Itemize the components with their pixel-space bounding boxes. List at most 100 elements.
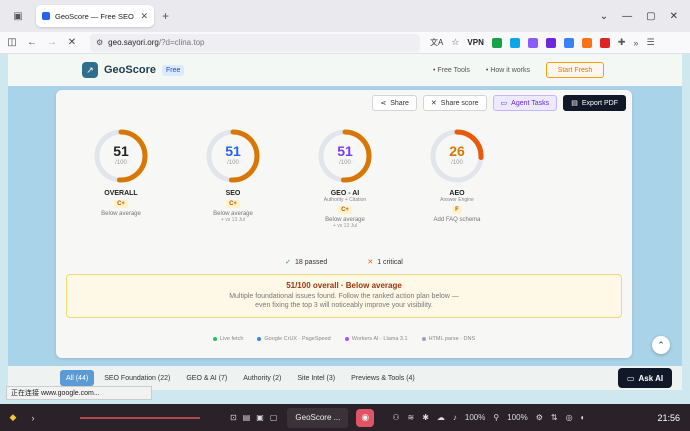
speaker-icon[interactable]: ♪ (453, 413, 457, 422)
extension-violet-icon[interactable] (545, 37, 556, 48)
close-window-icon[interactable]: ✕ (670, 11, 678, 22)
agent-tasks-button[interactable]: ▭ Agent Tasks (492, 95, 558, 111)
extension-shield-icon[interactable] (563, 37, 574, 48)
overflow-menu-icon[interactable]: » (633, 38, 638, 48)
night-mode-icon[interactable]: ◐ (581, 413, 586, 422)
gauge-name: AEO (449, 190, 465, 197)
extension-fox-icon[interactable] (581, 37, 592, 48)
grade-row: C+ (198, 197, 268, 208)
gauge-max: /100 (115, 160, 127, 166)
files-icon[interactable]: ▤ (243, 413, 251, 422)
site-header: ↗ GeoScore Free • Free Tools • How it wo… (8, 54, 682, 86)
agent-icon: ▭ (500, 100, 508, 107)
grade-row: C+ (86, 197, 156, 208)
filter-tab[interactable]: Authority (2) (237, 370, 287, 386)
maximize-icon[interactable]: ▢ (646, 11, 655, 22)
extension-purple-icon[interactable] (527, 37, 538, 48)
terminal-icon[interactable]: ▣ (256, 413, 264, 422)
eye-icon[interactable]: ◎ (566, 413, 573, 422)
browser-nav-bar: ◫ ← → ✕ ⚙ geo.sayori.org /?d=clina.top 文… (0, 32, 690, 54)
screenshot-icon[interactable]: ⊡ (230, 413, 237, 422)
ask-ai-button[interactable]: ▭ Ask AI (618, 368, 672, 388)
minimize-icon[interactable]: — (622, 11, 632, 22)
taskbar-app-geoscore[interactable]: GeoScore ... (287, 407, 349, 428)
taskbar-divider (80, 416, 200, 419)
site-info-icon[interactable]: ⚙ (96, 38, 103, 47)
filter-tab[interactable]: SEO Foundation (22) (98, 370, 176, 386)
filter-tab[interactable]: Previews & Tools (4) (345, 370, 421, 386)
extension-red-icon[interactable] (599, 37, 610, 48)
firefox-icon[interactable]: ◉ (356, 408, 375, 427)
hamburger-menu-icon[interactable]: ☰ (646, 37, 654, 48)
status-dot-icon (257, 336, 262, 341)
gauge-note: Below average (101, 211, 141, 217)
check-stats: ✓ 18 passed ✕ 1 critical (56, 258, 632, 266)
forward-arrow-icon[interactable]: → (44, 35, 60, 51)
start-fresh-button[interactable]: Start Fresh (546, 62, 604, 78)
score-card: ⋖ Share ✕ Share score ▭ Agent Tasks ▤ Ex… (56, 90, 632, 358)
gauge-delta: + vs 13 Jul (332, 223, 358, 229)
tab-close-icon[interactable]: ✕ (140, 11, 148, 22)
arrow-right-icon[interactable]: › (26, 411, 40, 425)
vpn-extension[interactable]: VPN (467, 38, 483, 47)
filter-tab[interactable]: Site Intel (3) (291, 370, 341, 386)
free-badge: Free (161, 64, 185, 76)
ask-ai-label: Ask AI (638, 373, 664, 383)
back-arrow-icon[interactable]: ← (24, 35, 40, 51)
url-bar[interactable]: ⚙ geo.sayori.org /?d=clina.top (90, 33, 420, 52)
data-source-item: Google CrUX · PageSpeed (257, 336, 331, 342)
people-icon[interactable]: ⚇ (392, 413, 399, 422)
web-page: ↗ GeoScore Free • Free Tools • How it wo… (8, 54, 682, 390)
filter-tab[interactable]: All (44) (60, 370, 95, 386)
gauge-delta: + vs 13 Jul (220, 217, 246, 223)
bluetooth-icon[interactable]: ✱ (422, 413, 429, 422)
browser-status-text: 正在连接 www.google.com... (6, 386, 152, 400)
window-icon[interactable]: ▢ (270, 413, 278, 422)
nav-free-tools[interactable]: • Free Tools (433, 67, 470, 74)
gauge-aeo: 26/100 AEO Answer Engine F Add FAQ schema (422, 126, 492, 223)
scroll-to-top-button[interactable]: ⌃ (652, 336, 670, 354)
extension-blue-icon[interactable] (509, 37, 520, 48)
critical-stat: ✕ 1 critical (367, 258, 403, 266)
settings-icon[interactable]: ⚙ (536, 413, 543, 422)
start-menu-icon[interactable]: ◆ (6, 411, 20, 425)
document-icon: ▤ (571, 100, 578, 107)
chevron-down-icon[interactable]: ⌄ (600, 11, 608, 22)
new-tab-icon[interactable]: + (162, 9, 169, 23)
cross-icon: ✕ (367, 259, 374, 266)
stop-loading-icon[interactable]: ✕ (64, 35, 80, 51)
data-source-item: HTML parse · DNS (421, 336, 475, 342)
tab-overview-icon[interactable]: ▣ (8, 6, 28, 26)
wifi-icon[interactable]: ≋ (407, 413, 414, 422)
share-label: Share (390, 99, 409, 107)
cloud-icon[interactable]: ☁ (437, 413, 445, 422)
translate-icon[interactable]: 文A (430, 37, 443, 48)
volume-output[interactable]: 100% (465, 413, 485, 422)
share-score-label: Share score (440, 99, 479, 107)
extension-green-icon[interactable] (491, 37, 502, 48)
extensions-puzzle-icon[interactable]: ✚ (618, 37, 626, 48)
gauge-name: GEO - AI (330, 190, 360, 197)
chart-logo-icon[interactable]: ↗ (82, 62, 98, 78)
clock: 21:56 (657, 412, 680, 423)
nav-how-it-works[interactable]: • How it works (486, 67, 530, 74)
share-score-button[interactable]: ✕ Share score (422, 95, 487, 111)
summary-line-1: Multiple foundational issues found. Foll… (229, 293, 459, 300)
sidebar-toggle-icon[interactable]: ◫ (4, 35, 20, 51)
gauge-geo-ai: 51/100 GEO - AI Authority + Citation C+ Belo… (310, 126, 380, 229)
filter-tab[interactable]: GEO & AI (7) (180, 370, 233, 386)
site-logo-text[interactable]: GeoScore (104, 64, 156, 76)
grade-row: C+ (310, 203, 380, 214)
passed-label: 18 passed (295, 259, 328, 266)
gauge-score: 51 (113, 143, 129, 159)
status-dot-icon (421, 336, 426, 341)
volume-input[interactable]: 100% (507, 413, 527, 422)
microphone-icon[interactable]: ⚲ (493, 413, 499, 422)
browser-tab[interactable]: GeoScore — Free SEO & AI Vi ✕ (36, 5, 154, 27)
gauge-max: /100 (339, 160, 351, 166)
summary-box: 51/100 overall · Below average Multiple … (66, 274, 622, 318)
bookmark-star-icon[interactable]: ☆ (451, 37, 459, 48)
export-pdf-button[interactable]: ▤ Export PDF (563, 95, 626, 111)
network-icon[interactable]: ⇅ (551, 413, 558, 422)
share-button[interactable]: ⋖ Share (372, 95, 417, 111)
